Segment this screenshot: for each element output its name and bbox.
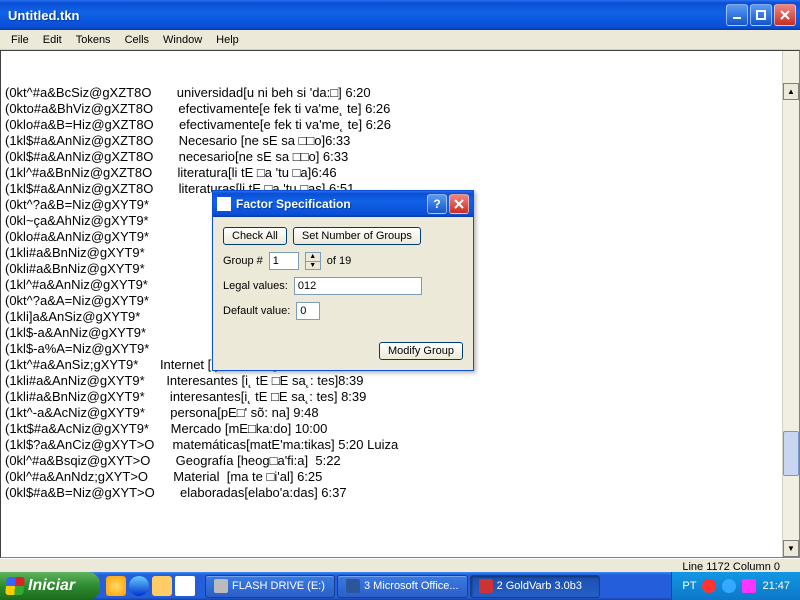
editor-line: (0kl^#a&AnNdz;gXYT>O Material [ma te □i'… xyxy=(5,469,795,485)
app-icon xyxy=(479,579,493,593)
start-label: Iniciar xyxy=(28,577,75,595)
check-all-button[interactable]: Check All xyxy=(223,227,287,245)
group-number-input[interactable] xyxy=(269,252,299,270)
window-controls xyxy=(726,4,796,26)
menu-edit[interactable]: Edit xyxy=(36,32,69,48)
scroll-thumb[interactable] xyxy=(783,431,799,476)
menu-help[interactable]: Help xyxy=(209,32,246,48)
task-items: FLASH DRIVE (E:) 3 Microsoft Office... 2… xyxy=(201,572,671,600)
editor-line: (1kli#a&AnNiz@gXYT9* Interesantes [i˛ tE… xyxy=(5,373,795,389)
tray-icon[interactable] xyxy=(722,579,736,593)
group-spinner[interactable]: ▲▼ xyxy=(305,252,321,270)
editor-line: (0kt^#a&BcSiz@gXZT8O universidad[u ni be… xyxy=(5,85,795,101)
windows-logo-icon xyxy=(5,577,25,595)
menu-tokens[interactable]: Tokens xyxy=(69,32,118,48)
editor-line: (1kli#a&BnNiz@gXYT9* interesantes[i˛ tE … xyxy=(5,389,795,405)
tray-icon[interactable] xyxy=(742,579,756,593)
editor-line: (0kto#a&BhViz@gXZT8O efectivamente[e fek… xyxy=(5,101,795,117)
dialog-close-button[interactable] xyxy=(449,194,469,214)
group-number-label: Group # xyxy=(223,255,263,267)
system-tray[interactable]: PT 21:47 xyxy=(671,572,800,600)
default-value-input[interactable] xyxy=(296,302,320,320)
quicklaunch-icon[interactable] xyxy=(129,576,149,596)
menu-cells[interactable]: Cells xyxy=(118,32,156,48)
title-bar: Untitled.tkn xyxy=(0,0,800,30)
vertical-scrollbar[interactable]: ▲ ▼ xyxy=(782,51,799,557)
menu-bar: File Edit Tokens Cells Window Help xyxy=(0,30,800,50)
task-item-office[interactable]: 3 Microsoft Office... xyxy=(337,575,468,598)
language-indicator[interactable]: PT xyxy=(682,580,696,592)
dialog-icon xyxy=(217,197,231,211)
task-label: FLASH DRIVE (E:) xyxy=(232,580,325,592)
set-number-of-groups-button[interactable]: Set Number of Groups xyxy=(293,227,421,245)
menu-file[interactable]: File xyxy=(4,32,36,48)
scroll-down-button[interactable]: ▼ xyxy=(783,540,799,557)
maximize-button[interactable] xyxy=(750,4,772,26)
menu-window[interactable]: Window xyxy=(156,32,209,48)
editor-line: (1kl$#a&AnNiz@gXZT8O Necesario [ne sE sa… xyxy=(5,133,795,149)
task-item-goldvarb[interactable]: 2 GoldVarb 3.0b3 xyxy=(470,575,600,598)
task-item-drive[interactable]: FLASH DRIVE (E:) xyxy=(205,575,335,598)
editor-line: (1kt^-a&AcNiz@gXYT9* persona[pE□' sõ: na… xyxy=(5,405,795,421)
window-title: Untitled.tkn xyxy=(4,8,726,23)
quicklaunch-icon[interactable] xyxy=(175,576,195,596)
word-icon xyxy=(346,579,360,593)
group-of-label: of 19 xyxy=(327,255,351,267)
editor-line: (0kl$#a&AnNiz@gXZT8O necesario[ne sE sa … xyxy=(5,149,795,165)
clock[interactable]: 21:47 xyxy=(762,580,790,592)
tray-icon[interactable] xyxy=(702,579,716,593)
editor-line: (1kl^#a&BnNiz@gXZT8O literatura[li tE □a… xyxy=(5,165,795,181)
quicklaunch-icon[interactable] xyxy=(152,576,172,596)
editor-line: (0kl^#a&Bsqiz@gXYT>O Geografía [heog□a'f… xyxy=(5,453,795,469)
dialog-title-bar[interactable]: Factor Specification ? xyxy=(213,191,473,217)
minimize-button[interactable] xyxy=(726,4,748,26)
editor-line: (1kl$?a&AnCiz@gXYT>O matemáticas[matE'ma… xyxy=(5,437,795,453)
task-label: 3 Microsoft Office... xyxy=(364,580,459,592)
editor-line: (1kt$#a&AcNiz@gXYT9* Mercado [mE□ka:do] … xyxy=(5,421,795,437)
scroll-up-button[interactable]: ▲ xyxy=(783,83,799,100)
quick-launch xyxy=(100,572,201,600)
close-button[interactable] xyxy=(774,4,796,26)
dialog-help-button[interactable]: ? xyxy=(427,194,447,214)
editor-line: (0kl$#a&B=Niz@gXYT>O elaboradas[elabo'a:… xyxy=(5,485,795,501)
legal-values-input[interactable] xyxy=(294,277,422,295)
legal-values-label: Legal values: xyxy=(223,280,288,292)
start-button[interactable]: Iniciar xyxy=(0,572,100,600)
default-value-label: Default value: xyxy=(223,305,290,317)
taskbar: Iniciar FLASH DRIVE (E:) 3 Microsoft Off… xyxy=(0,572,800,600)
quicklaunch-icon[interactable] xyxy=(106,576,126,596)
factor-specification-dialog: Factor Specification ? Check All Set Num… xyxy=(212,190,474,371)
task-label: 2 GoldVarb 3.0b3 xyxy=(497,580,582,592)
drive-icon xyxy=(214,579,228,593)
editor-line: (0klo#a&B=Hiz@gXZT8O efectivamente[e fek… xyxy=(5,117,795,133)
dialog-title: Factor Specification xyxy=(236,197,427,211)
modify-group-button[interactable]: Modify Group xyxy=(379,342,463,360)
